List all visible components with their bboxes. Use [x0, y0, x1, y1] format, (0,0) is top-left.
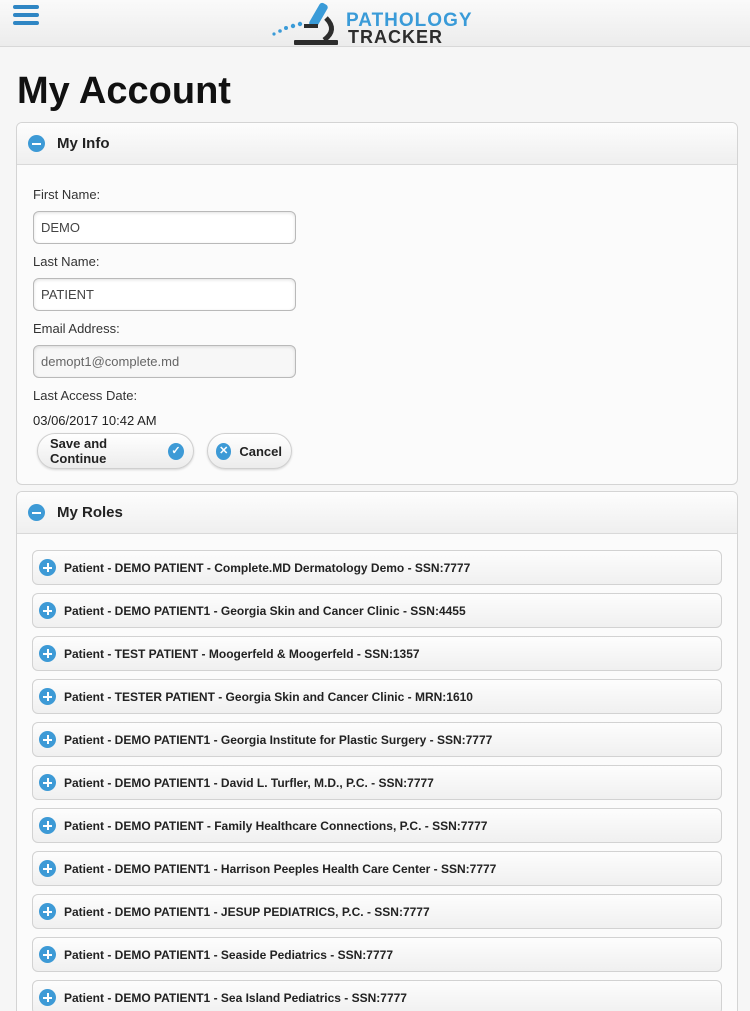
- first-name-input[interactable]: [33, 211, 296, 244]
- email-label: Email Address:: [33, 321, 120, 336]
- collapse-icon: [28, 135, 45, 152]
- role-label: Patient - DEMO PATIENT1 - Georgia Instit…: [64, 732, 493, 747]
- role-label: Patient - TEST PATIENT - Moogerfeld & Mo…: [64, 646, 420, 661]
- expand-icon: [39, 946, 56, 963]
- role-item[interactable]: Patient - DEMO PATIENT1 - David L. Turfl…: [32, 765, 722, 800]
- expand-icon: [39, 645, 56, 662]
- expand-icon: [39, 989, 56, 1006]
- role-label: Patient - DEMO PATIENT1 - Harrison Peepl…: [64, 861, 497, 876]
- role-label: Patient - DEMO PATIENT1 - Sea Island Ped…: [64, 990, 407, 1005]
- pathology-tracker-logo[interactable]: PATHOLOGY TRACKER: [268, 0, 488, 47]
- role-label: Patient - DEMO PATIENT1 - David L. Turfl…: [64, 775, 434, 790]
- expand-icon: [39, 559, 56, 576]
- last-access-label: Last Access Date:: [33, 388, 138, 403]
- role-label: Patient - DEMO PATIENT - Complete.MD Der…: [64, 560, 471, 575]
- my-info-header[interactable]: My Info: [17, 123, 737, 165]
- my-roles-title: My Roles: [57, 504, 123, 521]
- check-icon: ✓: [168, 442, 184, 460]
- first-name-label: First Name:: [33, 187, 101, 202]
- collapse-icon: [28, 504, 45, 521]
- expand-icon: [39, 602, 56, 619]
- role-item[interactable]: Patient - DEMO PATIENT1 - Harrison Peepl…: [32, 851, 722, 886]
- last-name-label: Last Name:: [33, 254, 100, 269]
- last-name-input[interactable]: [33, 278, 296, 311]
- role-item[interactable]: Patient - DEMO PATIENT1 - JESUP PEDIATRI…: [32, 894, 722, 929]
- my-info-title: My Info: [57, 135, 110, 152]
- email-input[interactable]: [33, 345, 296, 378]
- expand-icon: [39, 688, 56, 705]
- role-label: Patient - DEMO PATIENT1 - Seaside Pediat…: [64, 947, 393, 962]
- role-list: Patient - DEMO PATIENT - Complete.MD Der…: [32, 550, 722, 1011]
- expand-icon: [39, 731, 56, 748]
- expand-icon: [39, 903, 56, 920]
- microscope-logo-icon: [272, 2, 338, 45]
- my-info-panel: My Info First Name: Last Name: Email Add…: [16, 122, 738, 485]
- role-item[interactable]: Patient - TESTER PATIENT - Georgia Skin …: [32, 679, 722, 714]
- role-label: Patient - TESTER PATIENT - Georgia Skin …: [64, 689, 473, 704]
- save-button-label: Save and Continue: [50, 436, 108, 466]
- expand-icon: [39, 860, 56, 877]
- my-roles-header[interactable]: My Roles: [17, 492, 737, 534]
- role-item[interactable]: Patient - TEST PATIENT - Moogerfeld & Mo…: [32, 636, 722, 671]
- role-item[interactable]: Patient - DEMO PATIENT1 - Georgia Skin a…: [32, 593, 722, 628]
- close-icon: ✕: [216, 442, 232, 460]
- last-access-value: 03/06/2017 10:42 AM: [33, 413, 157, 428]
- cancel-button-label: Cancel: [239, 443, 282, 459]
- role-label: Patient - DEMO PATIENT1 - Georgia Skin a…: [64, 603, 466, 618]
- logo-text-tracker: TRACKER: [348, 27, 443, 47]
- role-item[interactable]: Patient - DEMO PATIENT - Complete.MD Der…: [32, 550, 722, 585]
- menu-icon[interactable]: [13, 5, 39, 27]
- role-item[interactable]: Patient - DEMO PATIENT - Family Healthca…: [32, 808, 722, 843]
- expand-icon: [39, 817, 56, 834]
- page-title: My Account: [17, 70, 231, 112]
- save-and-continue-button[interactable]: Save and Continue ✓: [37, 433, 194, 469]
- expand-icon: [39, 774, 56, 791]
- role-item[interactable]: Patient - DEMO PATIENT1 - Seaside Pediat…: [32, 937, 722, 972]
- role-label: Patient - DEMO PATIENT1 - JESUP PEDIATRI…: [64, 904, 430, 919]
- role-item[interactable]: Patient - DEMO PATIENT1 - Sea Island Ped…: [32, 980, 722, 1011]
- role-item[interactable]: Patient - DEMO PATIENT1 - Georgia Instit…: [32, 722, 722, 757]
- app-header: PATHOLOGY TRACKER: [0, 0, 750, 47]
- my-roles-panel: My Roles Patient - DEMO PATIENT - Comple…: [16, 491, 738, 1011]
- cancel-button[interactable]: ✕ Cancel: [207, 433, 292, 469]
- role-label: Patient - DEMO PATIENT - Family Healthca…: [64, 818, 488, 833]
